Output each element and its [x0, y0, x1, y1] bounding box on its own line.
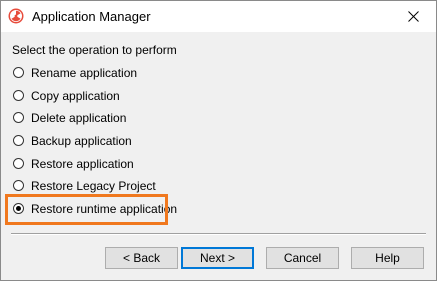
- radio-button[interactable]: [13, 180, 24, 191]
- option-backup-application[interactable]: Backup application: [13, 133, 173, 149]
- radio-button[interactable]: [13, 90, 24, 101]
- option-label: Copy application: [31, 89, 120, 103]
- option-delete-application[interactable]: Delete application: [13, 110, 173, 126]
- selection-highlight-box: [5, 194, 168, 225]
- operation-prompt: Select the operation to perform: [12, 43, 177, 57]
- help-button[interactable]: Help: [351, 247, 424, 269]
- option-label: Restore application: [31, 157, 134, 171]
- separator: [11, 233, 426, 235]
- window-title: Application Manager: [32, 9, 151, 24]
- cancel-button[interactable]: Cancel: [266, 247, 339, 269]
- option-label: Backup application: [31, 134, 132, 148]
- radio-button[interactable]: [13, 112, 24, 123]
- title-bar[interactable]: Application Manager: [1, 1, 436, 32]
- option-restore-legacy-project[interactable]: Restore Legacy Project: [13, 178, 173, 194]
- close-button[interactable]: [390, 1, 436, 32]
- application-manager-window: Application Manager Select the operation…: [0, 0, 437, 281]
- next-button[interactable]: Next >: [181, 247, 254, 269]
- option-label: Delete application: [31, 111, 127, 125]
- option-label: Rename application: [31, 66, 138, 80]
- close-icon: [408, 11, 419, 22]
- option-rename-application[interactable]: Rename application: [13, 65, 173, 81]
- back-button[interactable]: < Back: [105, 247, 178, 269]
- radiation-icon: [8, 8, 24, 24]
- option-restore-application[interactable]: Restore application: [13, 156, 173, 172]
- radio-button[interactable]: [13, 135, 24, 146]
- radio-button[interactable]: [13, 158, 24, 169]
- option-copy-application[interactable]: Copy application: [13, 88, 173, 104]
- option-label: Restore Legacy Project: [31, 179, 156, 193]
- radio-button[interactable]: [13, 67, 24, 78]
